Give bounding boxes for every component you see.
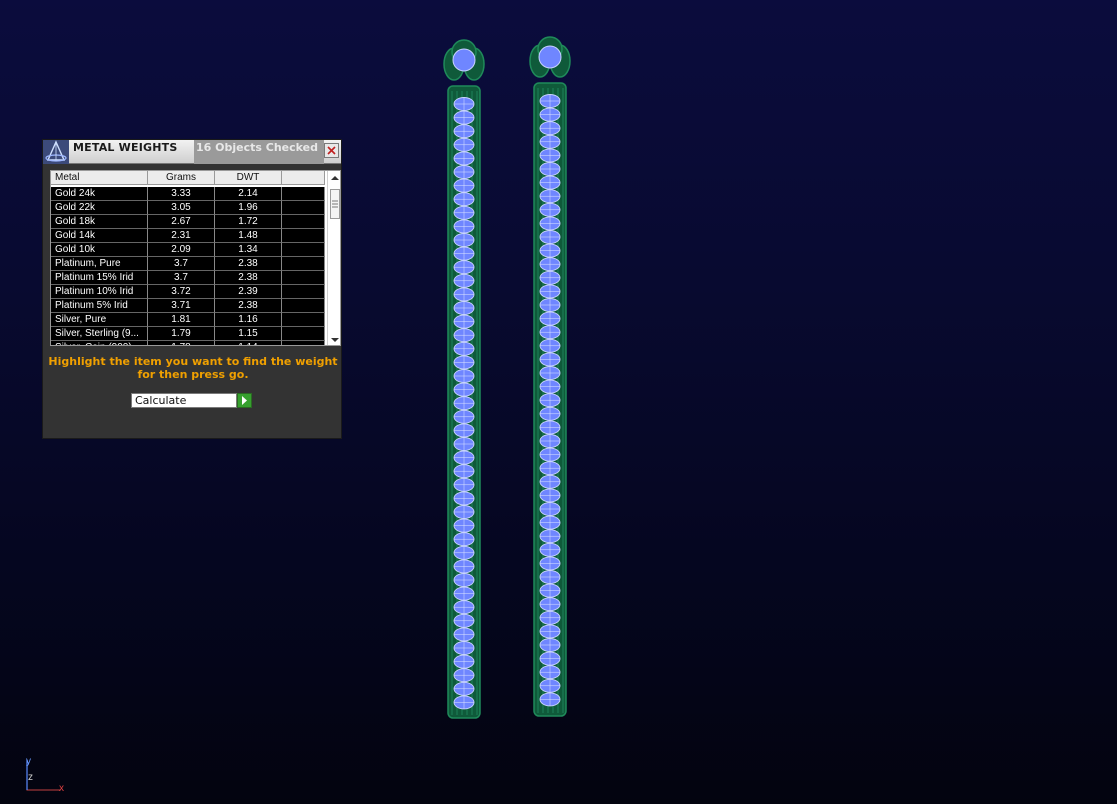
dwt-cell: 1.15 [215,327,282,341]
scroll-up-button[interactable] [328,171,340,185]
table-row[interactable]: Gold 24k 3.33 2.14 [51,187,325,201]
column-header-dwt[interactable]: DWT [215,171,282,185]
empty-cell [282,257,325,271]
grams-cell: 3.05 [148,201,215,215]
column-header-empty [282,171,325,185]
table-row[interactable]: Silver, Coin (900)1.781.14 [51,341,325,345]
objects-checked-label: 16 Objects Checked [194,140,324,164]
dwt-cell: 1.14 [215,341,282,345]
grams-cell: 1.78 [148,341,215,345]
center-gem [452,48,476,72]
metal-cell: Silver, Sterling (9... [51,327,148,341]
close-icon [327,146,336,155]
scroll-up-icon [331,176,339,180]
dwt-cell: 2.38 [215,257,282,271]
empty-cell [282,299,325,313]
empty-cell [282,243,325,257]
dwt-cell: 2.38 [215,299,282,313]
metal-cell: Gold 24k [51,187,148,201]
metal-cell: Platinum 5% Irid [51,299,148,313]
dwt-cell: 2.38 [215,271,282,285]
grams-cell: 3.72 [148,285,215,299]
table-row[interactable]: Platinum 15% Irid 3.7 2.38 [51,271,325,285]
table-row[interactable]: Silver, Pure 1.81 1.16 [51,313,325,327]
dwt-cell: 2.14 [215,187,282,201]
go-button[interactable] [237,393,252,408]
empty-cell [282,201,325,215]
metal-weights-table: Metal Grams DWT Gold 24k 3.33 2.14 Gold 22k… [50,170,341,346]
grams-cell: 2.67 [148,215,215,229]
dwt-cell: 1.34 [215,243,282,257]
metal-cell: Silver, Coin (900) [51,341,148,345]
empty-cell [282,271,325,285]
empty-cell [282,215,325,229]
scroll-thumb[interactable] [330,189,340,219]
close-button[interactable] [324,143,339,158]
center-gem [538,45,562,69]
table-body: Gold 24k 3.33 2.14 Gold 22k 3.05 1.96 Gold 18k… [51,187,325,345]
metal-cell: Gold 22k [51,201,148,215]
table-row[interactable]: Gold 22k 3.05 1.96 [51,201,325,215]
axis-y-label: y [26,756,31,767]
dwt-cell: 1.48 [215,229,282,243]
axis-gizmo: y z x [22,756,72,796]
table-header: Metal Grams DWT [51,171,325,185]
table-row[interactable]: Gold 18k 2.67 1.72 [51,215,325,229]
panel-title: METAL WEIGHTS [73,141,178,154]
table-row[interactable]: Silver, Sterling (9... 1.79 1.15 [51,327,325,341]
column-header-metal[interactable]: Metal [51,171,148,185]
table-scrollbar[interactable] [327,171,340,345]
empty-cell [282,327,325,341]
grams-cell: 3.71 [148,299,215,313]
grams-cell: 2.31 [148,229,215,243]
dwt-cell: 1.72 [215,215,282,229]
axis-x-label: x [59,783,64,794]
metal-cell: Gold 18k [51,215,148,229]
empty-cell [282,341,325,345]
go-arrow-icon [242,396,247,405]
table-row[interactable]: Platinum 10% Irid 3.72 2.39 [51,285,325,299]
scroll-down-button[interactable] [328,333,340,345]
metal-weights-panel: METAL WEIGHTS 16 Objects Checked Metal G… [42,139,342,439]
empty-cell [282,285,325,299]
grams-cell: 3.7 [148,257,215,271]
metal-cell: Platinum 10% Irid [51,285,148,299]
table-row[interactable]: Platinum, Pure 3.7 2.38 [51,257,325,271]
instruction-text: Highlight the item you want to find the … [48,355,338,381]
grams-cell: 3.7 [148,271,215,285]
empty-cell [282,313,325,327]
metal-cell: Silver, Pure [51,313,148,327]
dwt-cell: 1.96 [215,201,282,215]
action-select[interactable]: Calculate [131,393,237,408]
metal-cell: Gold 10k [51,243,148,257]
table-row[interactable]: Gold 14k 2.31 1.48 [51,229,325,243]
panel-titlebar[interactable]: METAL WEIGHTS 16 Objects Checked [43,140,341,164]
empty-cell [282,187,325,201]
scroll-down-icon [331,338,339,342]
grams-cell: 2.09 [148,243,215,257]
grams-cell: 1.81 [148,313,215,327]
app-logo-icon [43,140,69,164]
dwt-cell: 1.16 [215,313,282,327]
metal-cell: Platinum 15% Irid [51,271,148,285]
grams-cell: 1.79 [148,327,215,341]
table-row[interactable]: Gold 10k 2.09 1.34 [51,243,325,257]
metal-cell: Gold 14k [51,229,148,243]
grams-cell: 3.33 [148,187,215,201]
metal-cell: Platinum, Pure [51,257,148,271]
axis-z-label: z [28,772,33,783]
column-header-grams[interactable]: Grams [148,171,215,185]
dwt-cell: 2.39 [215,285,282,299]
table-row[interactable]: Platinum 5% Irid 3.71 2.38 [51,299,325,313]
empty-cell [282,229,325,243]
